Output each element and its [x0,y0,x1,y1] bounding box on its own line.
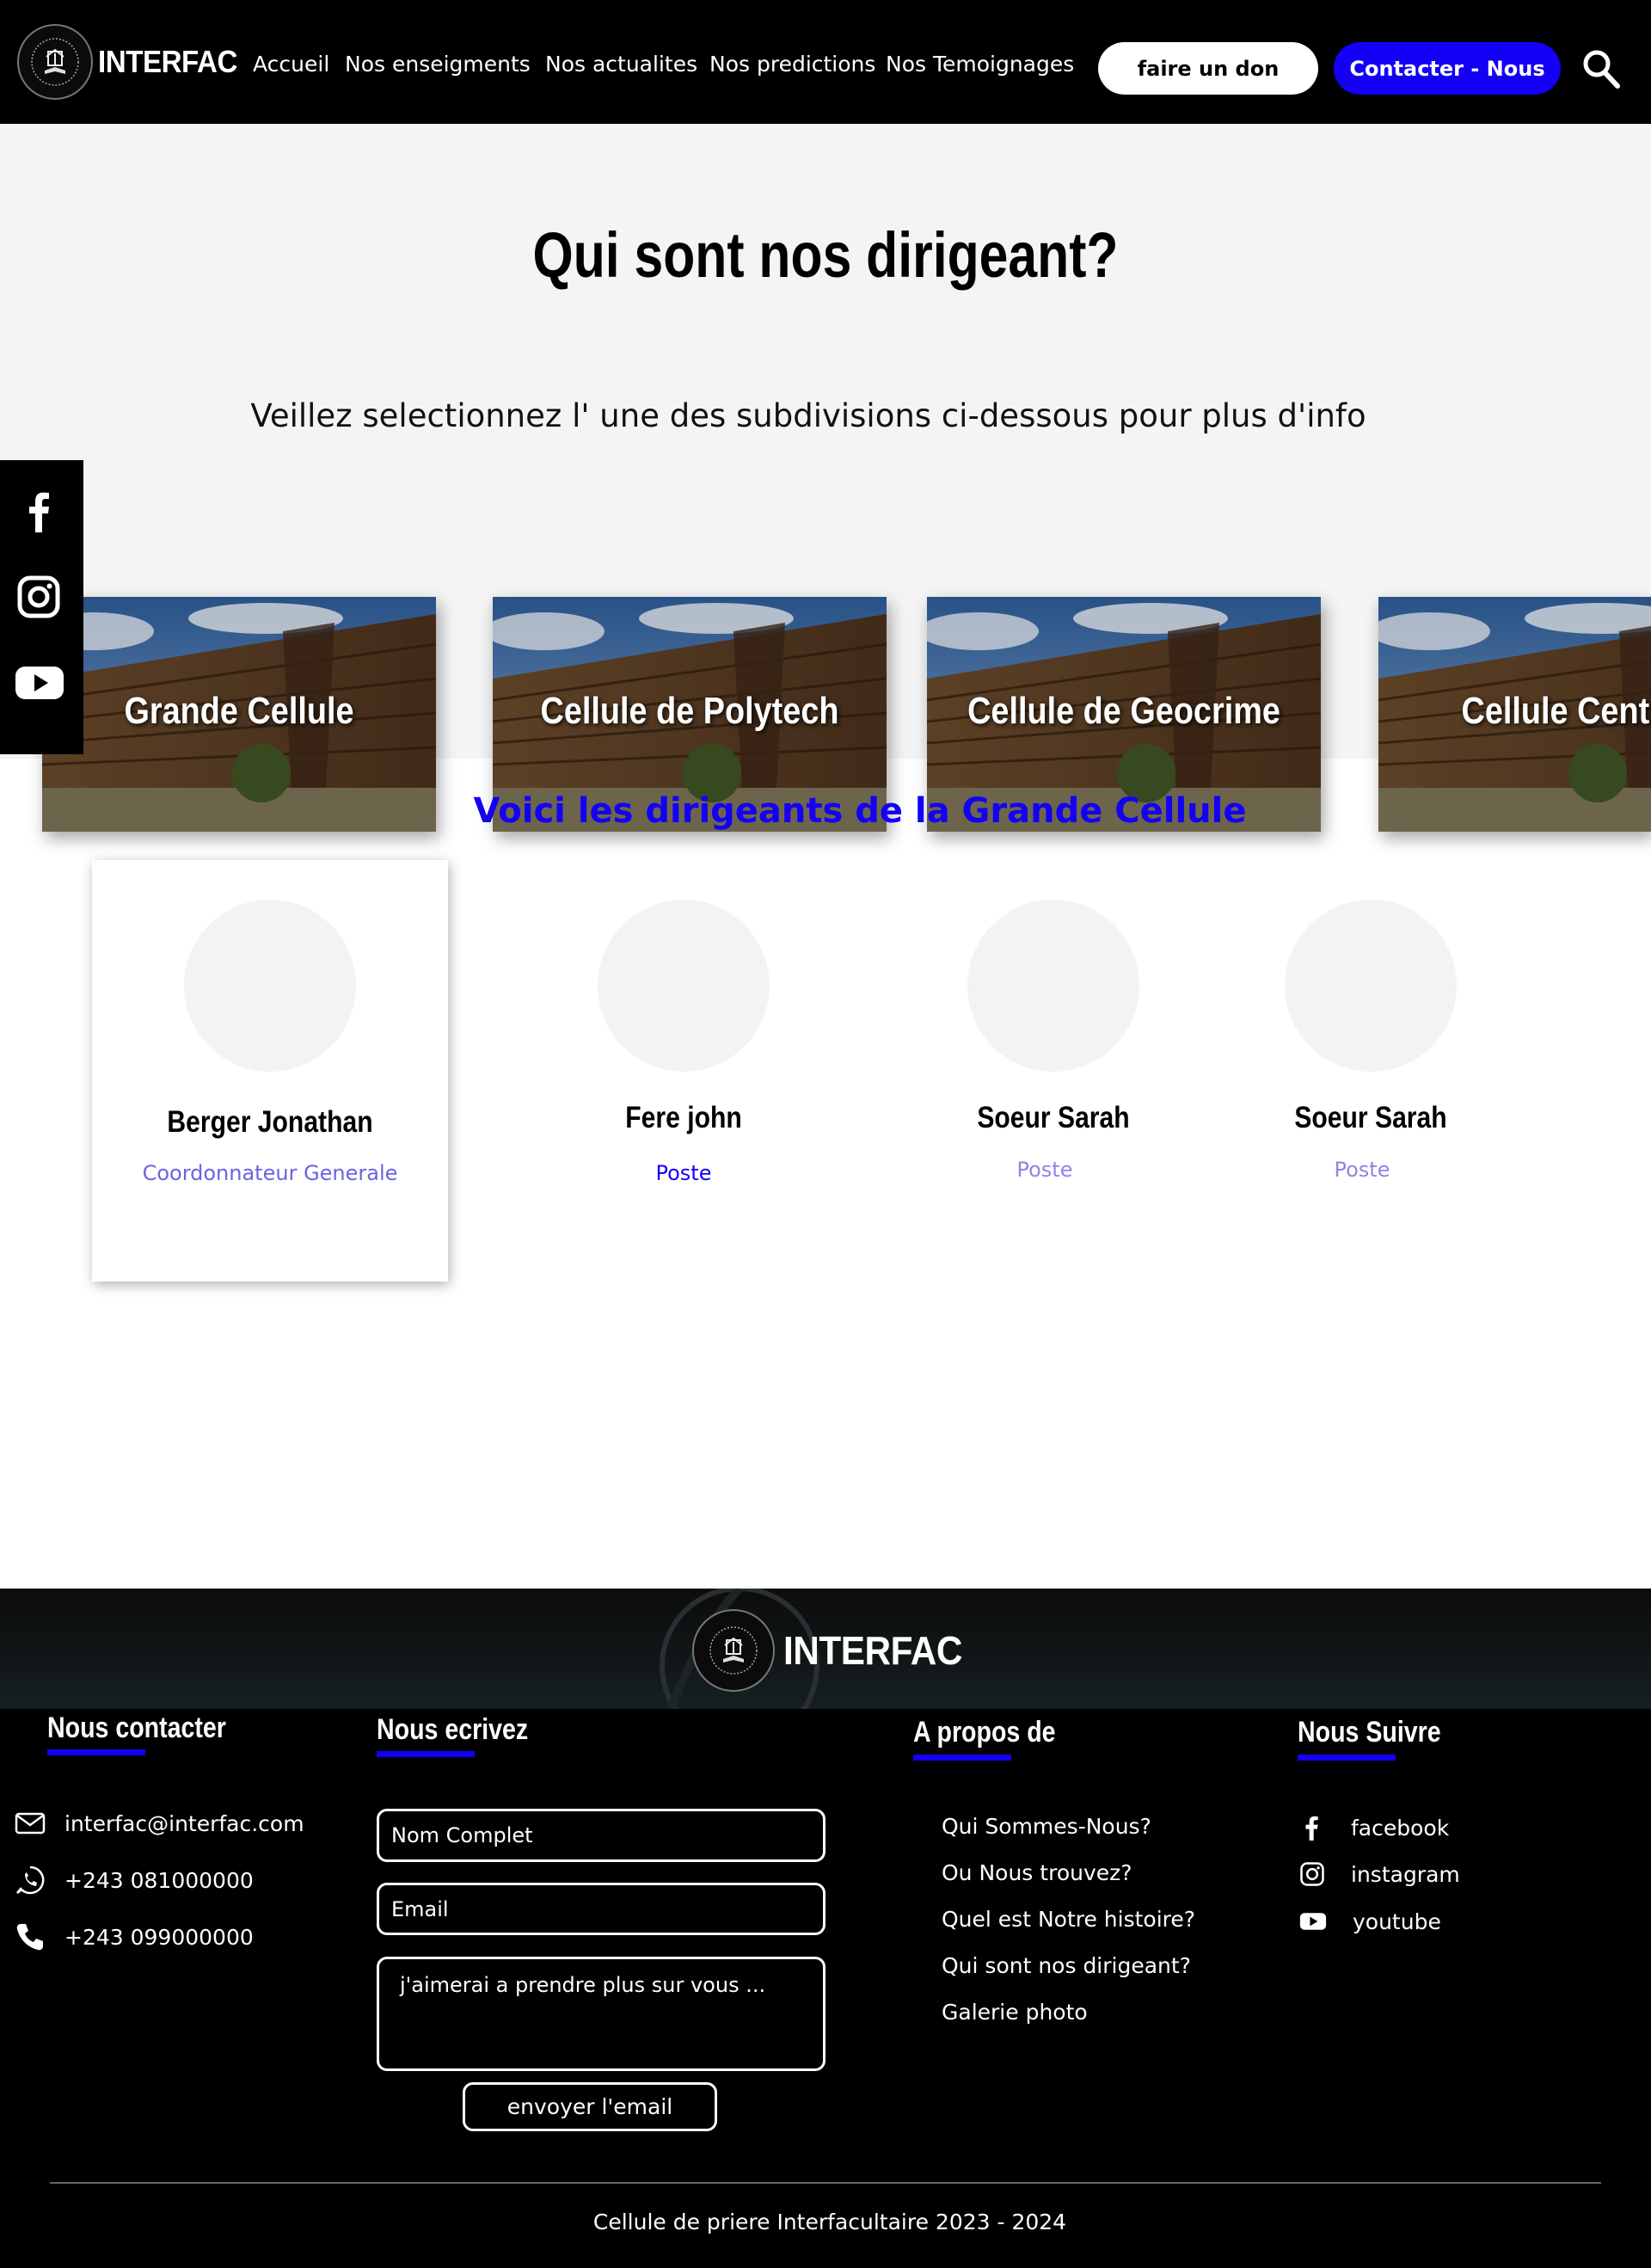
avatar [1285,900,1457,1072]
footer-link-history[interactable]: Quel est Notre histoire? [942,1907,1195,1932]
leaders-section-title: Voici les dirigeants de la Grande Cellul… [473,791,1247,831]
nav-link-accueil[interactable]: Accueil [253,52,329,77]
page-subtitle: Veillez selectionnez l' une des subdivis… [250,397,1366,434]
heading-underline [1298,1755,1396,1761]
footer-email-row[interactable]: interfac@interfac.com [15,1808,304,1839]
footer-follow-heading: Nous Suivre [1298,1716,1441,1749]
avatar [598,900,770,1072]
brand-logo[interactable]: INTERFAC [17,24,249,100]
facebook-icon [1305,1816,1318,1841]
leader-card[interactable]: Soeur Sarah Poste [875,860,1231,1282]
name-field[interactable] [377,1809,826,1862]
footer-facebook-label: facebook [1351,1815,1450,1841]
message-field[interactable] [377,1957,826,2071]
hero-section: Qui sont nos dirigeant? Veillez selectio… [0,124,1651,832]
top-navbar: INTERFAC Accueil Nos enseigments Nos act… [0,0,1651,124]
search-icon[interactable] [1582,49,1620,89]
avatar [967,900,1139,1072]
donate-button[interactable]: faire un don [1098,42,1318,95]
footer-youtube-link[interactable]: youtube [1299,1908,1441,1935]
leader-role: Poste [1334,1158,1390,1182]
leader-role: Poste [1016,1158,1073,1182]
whatsapp-icon [16,1865,45,1895]
contact-button[interactable]: Contacter - Nous [1334,42,1561,95]
cell-card-label: Cellule Central [1461,690,1651,732]
cell-card-label: Grande Cellule [124,690,354,732]
footer-instagram-label: instagram [1351,1861,1460,1887]
footer-whatsapp: +243 081000000 [64,1867,254,1893]
footer-phone: +243 099000000 [64,1924,254,1950]
avatar [184,900,356,1072]
footer-brand-name: INTERFAC [783,1628,962,1673]
leader-card[interactable]: Fere john Poste [506,860,862,1282]
heading-underline [913,1755,1011,1761]
nav-link-temoignages[interactable]: Nos Temoignages [886,52,1074,77]
phone-icon [16,1924,43,1951]
leader-name: Fere john [625,1101,742,1134]
email-field[interactable] [377,1883,826,1935]
footer-brand-logo[interactable]: INTERFAC [692,1609,978,1692]
cell-card-label: Cellule de Polytech [540,690,839,732]
footer-link-leaders[interactable]: Qui sont nos dirigeant? [942,1953,1191,1978]
footer-facebook-link[interactable]: facebook [1299,1815,1449,1841]
youtube-icon [1299,1913,1327,1930]
logo-emblem-icon [17,24,93,100]
heading-underline [47,1749,145,1755]
footer-contact-heading: Nous contacter [47,1712,226,1744]
footer-instagram-link[interactable]: instagram [1299,1861,1460,1887]
logo-emblem-icon [692,1609,775,1692]
footer-divider [50,2182,1601,2184]
footer-phone-row[interactable]: +243 099000000 [15,1921,254,1952]
heading-underline [377,1751,475,1757]
footer-link-location[interactable]: Ou Nous trouvez? [942,1860,1132,1885]
facebook-icon[interactable] [17,489,60,532]
cell-card-label: Cellule de Geocrime [967,690,1280,732]
footer-link-gallery[interactable]: Galerie photo [942,2000,1088,2025]
leader-name: Soeur Sarah [1294,1101,1447,1134]
instagram-icon[interactable] [17,575,60,618]
brand-name: INTERFAC [98,44,237,79]
leader-role: Coordonnateur Generale [142,1161,398,1185]
footer-copyright: Cellule de priere Interfacultaire 2023 -… [592,2210,1067,2234]
nav-link-actualites[interactable]: Nos actualites [545,52,697,77]
footer-link-about[interactable]: Qui Sommes-Nous? [942,1814,1151,1839]
youtube-icon[interactable] [15,661,64,704]
floating-social-bar [0,460,83,754]
footer-banner: INTERFAC [0,1589,1651,1709]
send-email-button[interactable]: envoyer l'email [463,2082,717,2131]
leader-card[interactable]: Soeur Sarah Poste [1193,860,1549,1282]
footer-youtube-label: youtube [1353,1908,1441,1934]
leader-card[interactable]: Berger Jonathan Coordonnateur Generale [92,860,448,1282]
nav-link-predictions[interactable]: Nos predictions [709,52,875,77]
nav-link-enseignements[interactable]: Nos enseigments [345,52,531,77]
page-title: Qui sont nos dirigeant? [532,219,1119,291]
footer-about-heading: A propos de [913,1716,1056,1749]
mail-icon [15,1812,46,1835]
footer-whatsapp-row[interactable]: +243 081000000 [15,1865,254,1896]
leader-name: Berger Jonathan [167,1105,373,1139]
footer-form-heading: Nous ecrivez [377,1713,529,1746]
leader-name: Soeur Sarah [977,1101,1130,1134]
footer-email: interfac@interfac.com [64,1810,304,1836]
leader-role: Poste [655,1161,712,1185]
instagram-icon [1300,1862,1324,1886]
